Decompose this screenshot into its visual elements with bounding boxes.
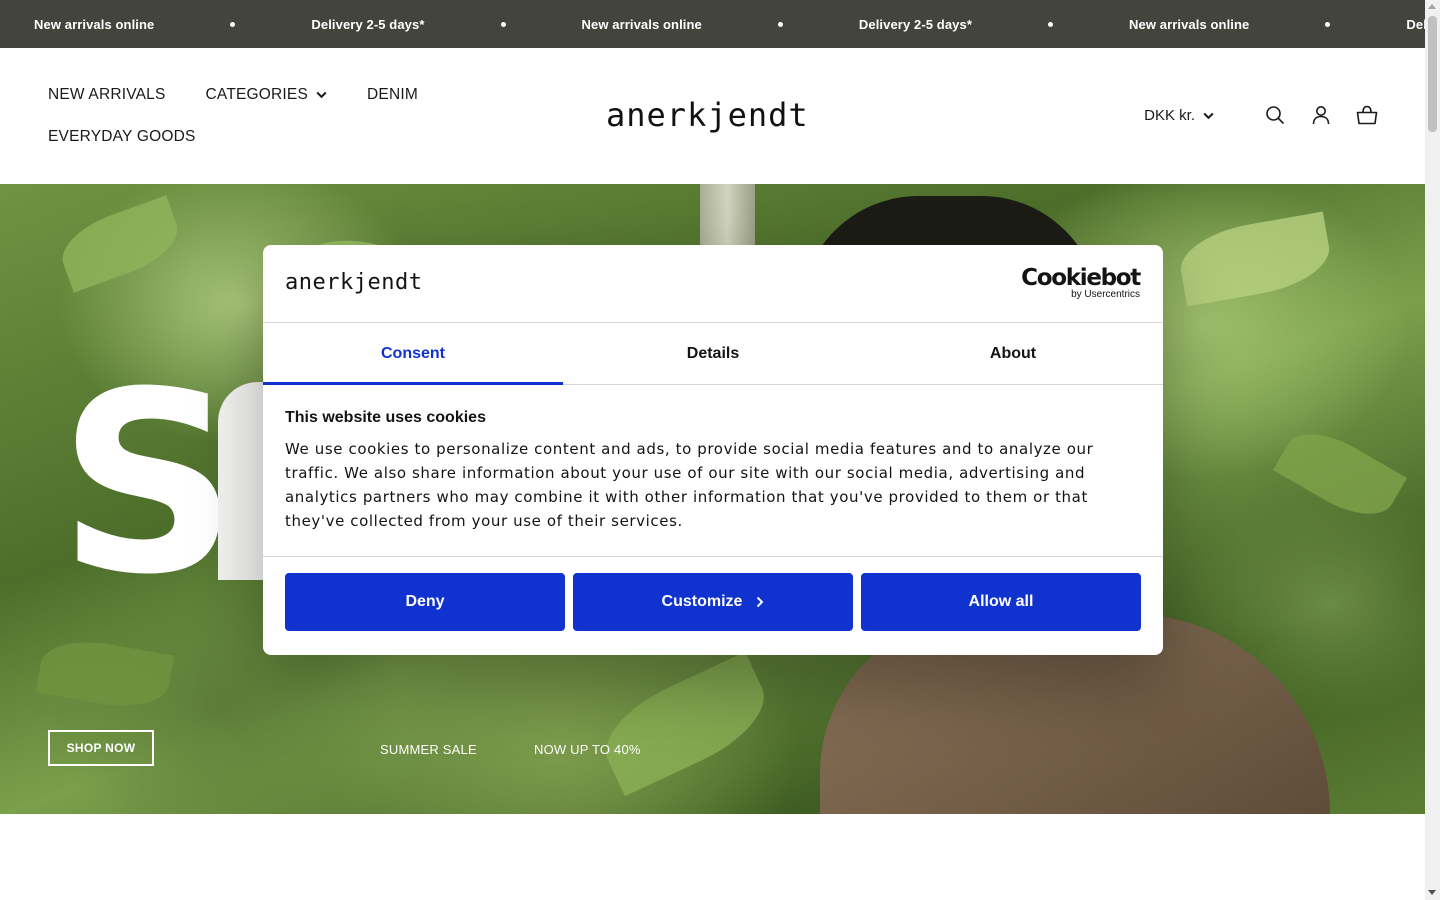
cookie-dialog-body: This website uses cookies We use cookies… [263, 385, 1163, 557]
nav-label: CATEGORIES [205, 86, 309, 103]
hero-leaf [591, 651, 779, 797]
separator-dot [1325, 21, 1331, 27]
announcement-bar: New arrivals online Delivery 2-5 days* N… [0, 0, 1425, 48]
account-icon[interactable] [1310, 104, 1332, 126]
announcement-message: New arrivals online [581, 16, 702, 32]
site-header: NEW ARRIVALS CATEGORIES DENIM EVERYDAY G… [0, 48, 1425, 184]
cookie-dialog-header: anerkjendt Cookiebot by Usercentrics [263, 245, 1163, 323]
nav-new-arrivals[interactable]: NEW ARRIVALS [48, 84, 166, 106]
tab-about[interactable]: About [863, 323, 1163, 384]
hero-leaf [53, 195, 187, 293]
cookie-consent-dialog: anerkjendt Cookiebot by Usercentrics Con… [263, 245, 1163, 655]
cookie-dialog-title: This website uses cookies [285, 409, 486, 426]
hero-leaf [1273, 418, 1407, 530]
main-nav: NEW ARRIVALS CATEGORIES DENIM EVERYDAY G… [48, 84, 468, 148]
chevron-right-icon [756, 596, 764, 608]
scroll-down-arrow-icon[interactable] [1428, 890, 1436, 895]
cart-icon[interactable] [1356, 104, 1378, 126]
tab-details[interactable]: Details [563, 323, 863, 384]
hero-leaf [35, 633, 175, 715]
cookiebot-logo[interactable]: Cookiebot by Usercentrics [1021, 265, 1141, 300]
currency-selector[interactable]: DKK kr. [1144, 107, 1214, 124]
allow-all-button[interactable]: Allow all [861, 573, 1141, 631]
nav-categories[interactable]: CATEGORIES [206, 84, 327, 106]
cookie-dialog-description: We use cookies to personalize content an… [285, 440, 1094, 530]
hero-tag-summer-sale: SUMMER SALE [380, 742, 477, 757]
hero-tag-discount: NOW UP TO 40% [534, 742, 641, 757]
nav-label: DENIM [367, 86, 418, 103]
separator-dot [500, 21, 506, 27]
announcement-track: New arrivals online Delivery 2-5 days* N… [34, 0, 1425, 48]
chevron-down-icon [316, 86, 327, 104]
currency-label: DKK kr. [1144, 106, 1195, 124]
deny-button-label: Deny [405, 593, 445, 610]
customize-button[interactable]: Customize [573, 573, 853, 631]
cookie-dialog-actions: Deny Customize Allow all [263, 557, 1163, 647]
brand-logo: anerkjendt [285, 270, 423, 295]
customize-button-label: Customize [661, 593, 743, 610]
nav-label: NEW ARRIVALS [48, 86, 166, 103]
site-logo[interactable]: anerkjendt [606, 96, 809, 134]
page-scrollbar[interactable] [1425, 0, 1440, 900]
announcement-message: Deliver [1406, 16, 1425, 32]
scroll-up-arrow-icon[interactable] [1428, 4, 1436, 9]
chevron-down-icon [1203, 107, 1214, 124]
nav-label: EVERYDAY GOODS [48, 128, 196, 145]
nav-denim[interactable]: DENIM [367, 84, 418, 106]
deny-button[interactable]: Deny [285, 573, 565, 631]
header-actions: DKK kr. [1144, 104, 1378, 126]
nav-everyday-goods[interactable]: EVERYDAY GOODS [48, 126, 196, 148]
announcement-message: Delivery 2-5 days* [311, 16, 425, 32]
announcement-message: Delivery 2-5 days* [858, 16, 972, 32]
cookiebot-name: Cookiebot [1021, 265, 1141, 291]
separator-dot [777, 21, 783, 27]
search-icon[interactable] [1264, 104, 1286, 126]
hero-headline: S [58, 338, 238, 629]
allow-all-button-label: Allow all [968, 593, 1034, 610]
cookie-tabs: Consent Details About [263, 323, 1163, 385]
shop-now-button[interactable]: SHOP NOW [48, 730, 154, 766]
announcement-message: New arrivals online [34, 16, 155, 32]
tab-consent[interactable]: Consent [263, 323, 563, 385]
scrollbar-thumb[interactable] [1428, 16, 1437, 132]
separator-dot [230, 21, 236, 27]
hero-leaf [1175, 211, 1335, 307]
separator-dot [1048, 21, 1053, 27]
announcement-message: New arrivals online [1129, 16, 1250, 32]
